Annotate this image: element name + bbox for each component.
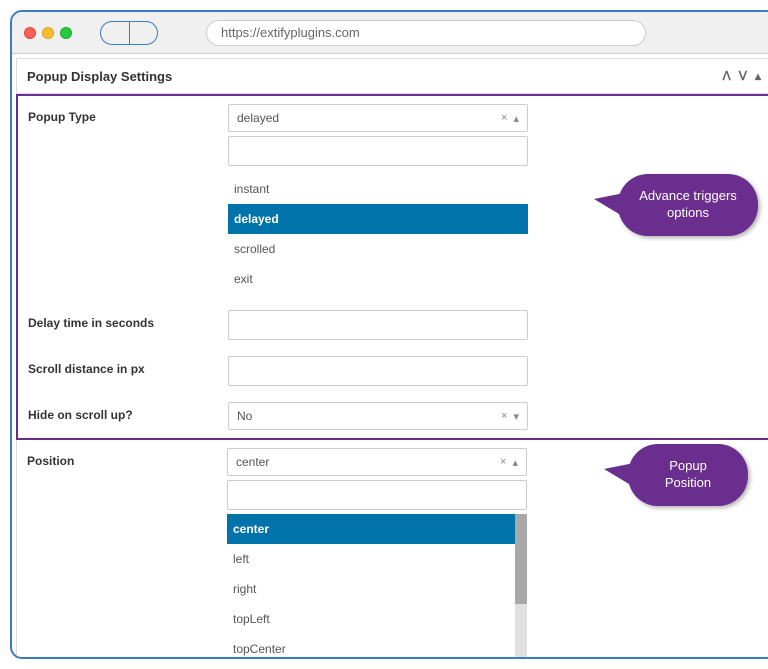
dropdown-option-exit[interactable]: exit bbox=[228, 264, 528, 294]
scroll-distance-row: Scroll distance in px bbox=[18, 348, 768, 394]
position-dropdown: center left right topLeft topCenter topR… bbox=[227, 514, 527, 659]
dropdown-option-instant[interactable]: instant bbox=[228, 174, 528, 204]
chevron-down-icon[interactable]: ▾ bbox=[513, 410, 519, 423]
delay-time-row: Delay time in seconds bbox=[18, 302, 768, 348]
dropdown-option-center[interactable]: center bbox=[227, 514, 515, 544]
callout-tail-icon bbox=[594, 193, 624, 217]
dropdown-option-topcenter[interactable]: topCenter bbox=[227, 634, 515, 659]
close-icon[interactable] bbox=[24, 27, 36, 39]
dropdown-option-delayed[interactable]: delayed bbox=[228, 204, 528, 234]
content-area: Popup Display Settings ᐱ ᐯ ▴ Popup Type … bbox=[12, 54, 768, 659]
callout-tail-icon bbox=[604, 463, 634, 487]
popup-type-search[interactable] bbox=[228, 136, 528, 166]
url-bar[interactable]: https://extifyplugins.com bbox=[206, 20, 646, 46]
browser-chrome: https://extifyplugins.com bbox=[12, 12, 768, 54]
url-text: https://extifyplugins.com bbox=[221, 25, 360, 40]
clear-icon[interactable]: × bbox=[501, 410, 507, 423]
back-button[interactable] bbox=[101, 22, 130, 44]
minimize-icon[interactable] bbox=[42, 27, 54, 39]
delay-time-input[interactable] bbox=[228, 310, 528, 340]
hide-scroll-value: No bbox=[237, 409, 252, 423]
position-value: center bbox=[236, 455, 269, 469]
delay-time-label: Delay time in seconds bbox=[28, 310, 228, 330]
nav-buttons bbox=[100, 21, 158, 45]
chevron-up-icon[interactable]: ᐱ bbox=[723, 69, 731, 83]
chevron-up-icon[interactable]: ▴ bbox=[512, 456, 518, 469]
dropdown-option-scrolled[interactable]: scrolled bbox=[228, 234, 528, 264]
hide-scroll-label: Hide on scroll up? bbox=[28, 402, 228, 422]
traffic-lights bbox=[24, 27, 72, 39]
callout-triggers: Advance triggers options bbox=[618, 174, 758, 236]
section-header: Popup Display Settings ᐱ ᐯ ▴ bbox=[16, 58, 768, 94]
chevron-down-icon[interactable]: ᐯ bbox=[739, 69, 747, 83]
callout-position: Popup Position bbox=[628, 444, 748, 506]
popup-type-value: delayed bbox=[237, 111, 279, 125]
highlighted-settings: Popup Type delayed × ▴ instant delayed s… bbox=[16, 94, 768, 440]
callout-position-text: Popup Position bbox=[665, 458, 711, 490]
hide-scroll-select[interactable]: No × ▾ bbox=[228, 402, 528, 430]
scroll-distance-label: Scroll distance in px bbox=[28, 356, 228, 376]
dropdown-option-topleft[interactable]: topLeft bbox=[227, 604, 515, 634]
maximize-icon[interactable] bbox=[60, 27, 72, 39]
scrollbar[interactable] bbox=[515, 514, 527, 604]
dropdown-option-right[interactable]: right bbox=[227, 574, 515, 604]
position-select[interactable]: center × ▴ bbox=[227, 448, 527, 476]
hide-scroll-row: Hide on scroll up? No × ▾ bbox=[18, 394, 768, 438]
chevron-up-icon[interactable]: ▴ bbox=[513, 112, 519, 125]
browser-window: https://extifyplugins.com Popup Display … bbox=[10, 10, 768, 659]
popup-type-dropdown: instant delayed scrolled exit bbox=[228, 174, 528, 294]
forward-button[interactable] bbox=[130, 22, 158, 44]
callout-triggers-text: Advance triggers options bbox=[639, 188, 737, 220]
clear-icon[interactable]: × bbox=[501, 112, 507, 125]
section-title: Popup Display Settings bbox=[27, 69, 172, 84]
header-controls: ᐱ ᐯ ▴ bbox=[723, 69, 761, 83]
scroll-distance-input[interactable] bbox=[228, 356, 528, 386]
position-label: Position bbox=[27, 448, 227, 468]
collapse-icon[interactable]: ▴ bbox=[755, 69, 761, 83]
popup-type-select[interactable]: delayed × ▴ bbox=[228, 104, 528, 132]
clear-icon[interactable]: × bbox=[500, 456, 506, 469]
popup-type-label: Popup Type bbox=[28, 104, 228, 124]
position-search[interactable] bbox=[227, 480, 527, 510]
dropdown-option-left[interactable]: left bbox=[227, 544, 515, 574]
